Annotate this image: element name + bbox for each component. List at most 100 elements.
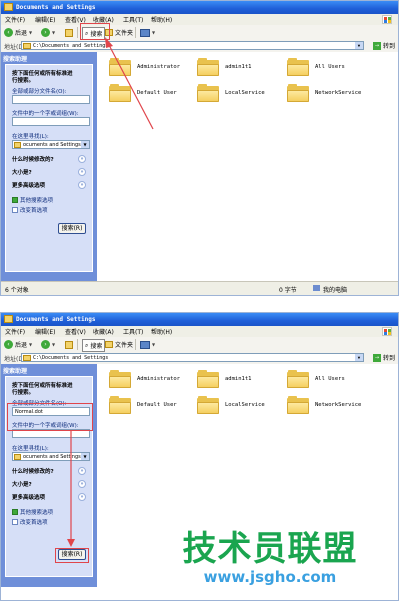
menu-edit[interactable]: 编辑(E) <box>35 327 55 336</box>
other-search-label: 其他搜索选项 <box>20 510 54 516</box>
highlight-box-filename <box>7 403 93 431</box>
when-modified-option[interactable]: 什么时候修改的? <box>12 155 54 163</box>
search-assistant-pane: 搜索助理 按下面任何或所有标准进 行搜索。 全部或部分文件名(O): 文件中的一… <box>1 52 97 282</box>
folder-item[interactable]: LocalService <box>197 396 265 414</box>
toolbar: ‹ 后退 ▼ › ▼ ⌕ 搜索 文件夹 ▼ <box>1 25 398 41</box>
folder-item[interactable]: Administrator <box>109 370 180 388</box>
menu-tools[interactable]: 工具(T) <box>123 327 143 336</box>
folder-item[interactable]: Default User <box>109 84 177 102</box>
site-watermark: 技术员联盟 www.jsgho.com <box>170 530 370 586</box>
folder-item[interactable]: Default User <box>109 396 177 414</box>
lookin-label: 在这里寻找(L): <box>12 446 49 452</box>
menu-help[interactable]: 帮助(H) <box>151 327 172 336</box>
chevron-down-icon: ▼ <box>152 30 156 35</box>
up-folder-button[interactable] <box>65 27 73 38</box>
menu-tools[interactable]: 工具(T) <box>123 15 143 24</box>
menu-file[interactable]: 文件(F) <box>5 327 25 336</box>
folders-button[interactable]: 文件夹 <box>105 339 133 350</box>
folder-name: All Users <box>315 64 345 70</box>
size-option[interactable]: 大小是? <box>12 168 32 176</box>
expand-icon[interactable]: » <box>78 181 86 189</box>
menu-view[interactable]: 查看(V) <box>65 327 86 336</box>
window-title: Documents and Settings <box>16 316 96 323</box>
folder-icon <box>197 58 219 76</box>
expand-icon[interactable]: » <box>78 155 86 163</box>
size-option[interactable]: 大小是? <box>12 480 32 488</box>
folder-item[interactable]: admin1t1 <box>197 370 252 388</box>
folder-icon <box>14 454 21 460</box>
views-icon <box>140 340 150 349</box>
search-button[interactable]: ⌕ 搜索 <box>82 339 106 352</box>
search-pane-header: 搜索助理 <box>3 56 28 63</box>
change-prefs-label: 改变首选项 <box>20 520 48 526</box>
more-options[interactable]: 更多高级选项 <box>12 493 45 501</box>
folder-item[interactable]: All Users <box>287 370 345 388</box>
chevron-down-icon: ▼ <box>52 30 56 35</box>
up-folder-button[interactable] <box>65 339 73 350</box>
folder-icon <box>197 84 219 102</box>
forward-button[interactable]: › ▼ <box>41 27 55 38</box>
menu-help[interactable]: 帮助(H) <box>151 15 172 24</box>
folder-item[interactable]: Administrator <box>109 58 180 76</box>
views-button[interactable]: ▼ <box>140 27 155 38</box>
folder-name: Administrator <box>137 376 181 382</box>
address-input[interactable]: C:\Documents and Settings ▼ <box>21 353 364 362</box>
title-bar: Documents and Settings <box>1 1 398 14</box>
other-search-link[interactable]: 其他搜索选项 <box>12 196 53 204</box>
other-search-label: 其他搜索选项 <box>20 198 54 204</box>
folder-name: Default User <box>137 90 177 96</box>
folder-name: Default User <box>137 402 177 408</box>
expand-icon[interactable]: » <box>78 493 86 501</box>
filename-input[interactable] <box>12 95 90 104</box>
window-title: Documents and Settings <box>16 4 96 11</box>
back-label: 后退 <box>15 342 28 349</box>
search-label: 搜索 <box>90 343 103 350</box>
address-input[interactable]: C:\Documents and Settings ▼ <box>21 41 364 50</box>
more-options[interactable]: 更多高级选项 <box>12 181 45 189</box>
other-search-link[interactable]: 其他搜索选项 <box>12 508 53 516</box>
chevron-down-icon[interactable]: ▼ <box>355 42 363 49</box>
folder-name: admin1t1 <box>225 64 252 70</box>
up-folder-icon <box>65 28 73 37</box>
lookin-select[interactable]: ocuments and Settings ▼ <box>12 452 90 461</box>
expand-icon[interactable]: » <box>78 168 86 176</box>
back-button[interactable]: ‹ 后退 ▼ <box>4 27 32 38</box>
highlight-box-search-submit <box>55 548 89 563</box>
lookin-value: ocuments and Settings <box>23 454 81 460</box>
menu-edit[interactable]: 编辑(E) <box>35 15 55 24</box>
views-icon <box>140 28 150 37</box>
folder-item[interactable]: NetworkService <box>287 84 361 102</box>
expand-icon[interactable]: » <box>78 480 86 488</box>
chevron-down-icon[interactable]: ▼ <box>355 354 363 361</box>
folder-item[interactable]: admin1t1 <box>197 58 252 76</box>
chevron-down-icon: ▼ <box>152 342 156 347</box>
lookin-label: 在这里寻找(L): <box>12 134 49 140</box>
search-submit-button[interactable]: 搜索(R) <box>58 223 86 234</box>
go-button[interactable]: → 转到 <box>372 353 395 362</box>
word-input[interactable] <box>12 117 90 126</box>
menu-favorites[interactable]: 收藏(A) <box>93 327 114 336</box>
folder-name: LocalService <box>225 402 265 408</box>
expand-icon[interactable]: » <box>78 467 86 475</box>
search-prompt-line2: 行搜索。 <box>12 390 35 396</box>
folders-label: 文件夹 <box>115 342 134 349</box>
go-button[interactable]: → 转到 <box>372 41 395 50</box>
back-button[interactable]: ‹ 后退 ▼ <box>4 339 32 350</box>
prefs-icon <box>12 207 18 213</box>
chevron-down-icon[interactable]: ▼ <box>81 453 89 460</box>
change-prefs-link[interactable]: 改变首选项 <box>12 206 48 214</box>
folder-item[interactable]: All Users <box>287 58 345 76</box>
folder-name: All Users <box>315 376 345 382</box>
lookin-select[interactable]: ocuments and Settings ▼ <box>12 140 90 149</box>
when-modified-option[interactable]: 什么时候修改的? <box>12 467 54 475</box>
change-prefs-link[interactable]: 改变首选项 <box>12 518 48 526</box>
forward-button[interactable]: › ▼ <box>41 339 55 350</box>
folder-item[interactable]: NetworkService <box>287 396 361 414</box>
search-pane-body: 按下面任何或所有标准进 行搜索。 全部或部分文件名(O): 文件中的一个字或词组… <box>5 64 93 272</box>
status-location: 我的电脑 <box>323 287 348 294</box>
folder-icon <box>287 84 309 102</box>
views-button[interactable]: ▼ <box>140 339 155 350</box>
folder-item[interactable]: LocalService <box>197 84 265 102</box>
menu-file[interactable]: 文件(F) <box>5 15 25 24</box>
chevron-down-icon[interactable]: ▼ <box>81 141 89 148</box>
